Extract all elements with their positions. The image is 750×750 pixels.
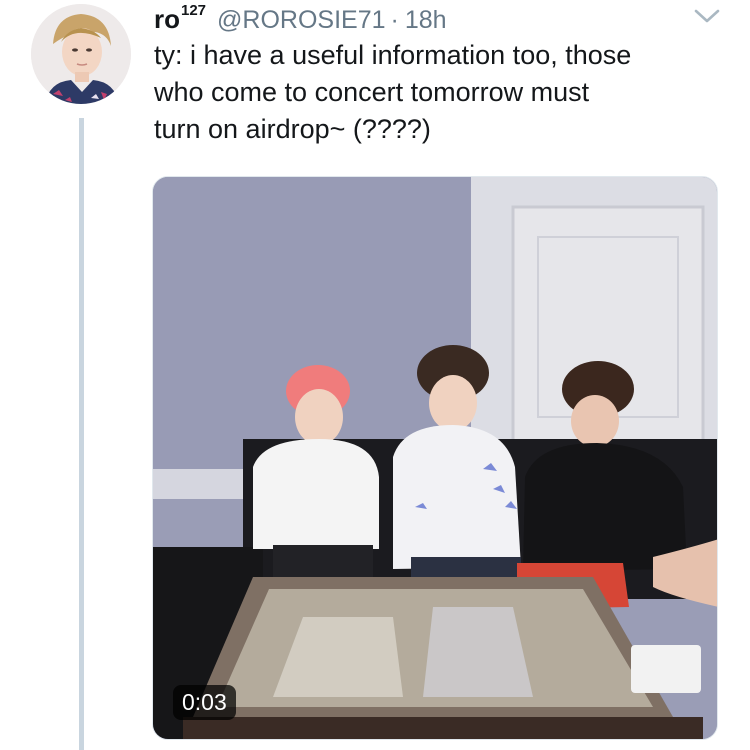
chevron-down-icon[interactable] [693,6,721,26]
video-player[interactable]: 0:03 [152,176,718,740]
display-name-superscript: 127 [181,2,207,20]
thread-line [79,118,84,750]
tweet-header: ro127 @ROROSIE71 · 18h [154,2,447,38]
avatar[interactable] [31,4,131,104]
video-frame [153,177,717,739]
user-handle[interactable]: @ROROSIE71 [217,6,385,35]
tweet-text: ty: i have a useful information too, tho… [154,40,632,144]
avatar-image [31,4,131,104]
video-duration: 0:03 [173,685,236,720]
display-name[interactable]: ro127 [154,2,207,35]
separator-dot: · [390,6,399,34]
timestamp[interactable]: 18h [405,6,447,35]
